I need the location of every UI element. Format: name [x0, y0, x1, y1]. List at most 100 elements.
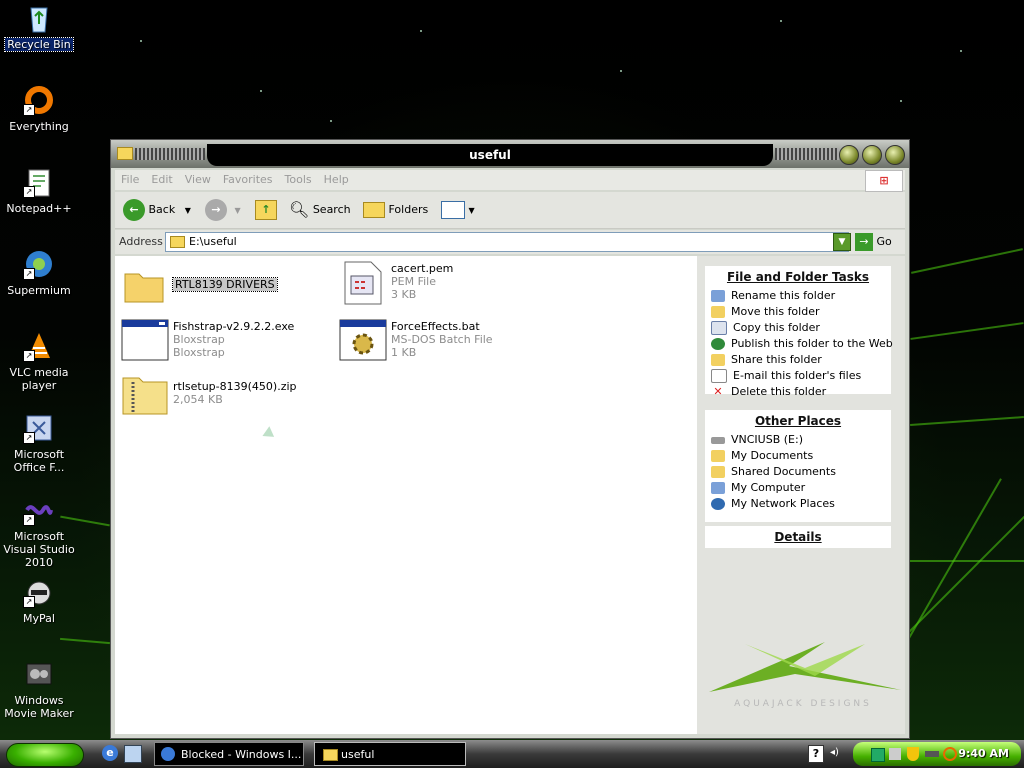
- tray-icon[interactable]: [889, 748, 901, 760]
- folders-button[interactable]: Folders: [363, 198, 428, 222]
- taskbar-item-useful[interactable]: useful: [314, 742, 466, 766]
- desktop-icon-movie-maker[interactable]: Windows Movie Maker: [0, 658, 78, 720]
- task-label: Delete this folder: [731, 385, 827, 398]
- views-button[interactable]: ▼: [441, 198, 475, 222]
- shortcut-arrow-icon: ↗: [23, 432, 35, 444]
- grid-line: [910, 560, 1024, 562]
- task-publish[interactable]: Publish this folder to the Web: [705, 336, 893, 352]
- close-button[interactable]: [885, 145, 905, 165]
- movie-maker-icon: [23, 658, 55, 690]
- office-icon: ↗: [23, 412, 55, 444]
- task-label: Publish this folder to the Web: [731, 337, 893, 350]
- search-button[interactable]: 🔍︎ Search: [289, 198, 351, 222]
- forward-button[interactable]: → ▼: [205, 198, 241, 222]
- chevron-down-icon[interactable]: ▼: [235, 206, 241, 215]
- tray-icon[interactable]: [925, 751, 939, 757]
- panel-title[interactable]: File and Folder Tasks: [705, 266, 891, 288]
- grid-line: [60, 637, 110, 645]
- task-delete[interactable]: ✕ Delete this folder: [705, 384, 891, 400]
- task-pane: File and Folder Tasks Rename this folder…: [697, 256, 905, 734]
- desktop-icon-vlc[interactable]: ↗ VLC media player: [0, 330, 78, 392]
- back-button[interactable]: ← Back ▼: [123, 198, 191, 222]
- desktop-icon-everything[interactable]: ↗ Everything: [0, 84, 78, 133]
- address-input[interactable]: E:\useful: [165, 232, 849, 252]
- visual-studio-icon: ↗: [23, 494, 55, 526]
- chevron-down-icon[interactable]: ▼: [185, 206, 191, 215]
- show-desktop-quick-launch-icon[interactable]: [124, 745, 142, 763]
- menu-edit[interactable]: Edit: [145, 170, 178, 190]
- place-drive[interactable]: VNCIUSB (E:): [705, 432, 891, 448]
- task-copy[interactable]: Copy this folder: [705, 320, 891, 336]
- file-list: RTL8139 DRIVERS cacert.pem PEM File 3 KB…: [115, 256, 697, 734]
- menu-favorites[interactable]: Favorites: [217, 170, 279, 190]
- file-type: PEM File: [391, 275, 436, 288]
- certificate-file-icon: [339, 260, 387, 305]
- task-email[interactable]: E-mail this folder's files: [705, 368, 891, 384]
- chevron-down-icon[interactable]: ▼: [469, 206, 475, 215]
- maximize-button[interactable]: [862, 145, 882, 165]
- drive-icon: [711, 436, 725, 444]
- file-name: RTL8139 DRIVERS: [172, 277, 278, 292]
- start-button[interactable]: [6, 743, 84, 767]
- clock[interactable]: 9:40 AM: [958, 742, 1009, 766]
- system-tray: 9:40 AM: [853, 742, 1021, 766]
- file-name: Fishstrap-v2.9.2.2.exe: [173, 320, 295, 333]
- desktop-icon-visual-studio[interactable]: ↗ Microsoft Visual Studio 2010: [0, 494, 78, 569]
- desktop-icon-supermium[interactable]: ↗ Supermium: [0, 248, 78, 297]
- taskbar: e Blocked - Windows I... useful ? ◂) 9:4…: [0, 740, 1024, 768]
- folder-icon: [121, 264, 169, 308]
- folder-icon: [117, 147, 133, 160]
- notepadpp-icon: ↗: [23, 166, 55, 198]
- star: [900, 100, 902, 102]
- panel-title[interactable]: Details: [705, 526, 891, 548]
- task-move[interactable]: Move this folder: [705, 304, 891, 320]
- vlc-cone-icon: ↗: [23, 330, 55, 362]
- menu-file[interactable]: File: [115, 170, 145, 190]
- volume-icon[interactable]: ◂): [830, 747, 839, 758]
- mouse-cursor-icon: [262, 426, 278, 442]
- menu-tools[interactable]: Tools: [279, 170, 318, 190]
- place-label: Shared Documents: [731, 465, 836, 478]
- place-my-computer[interactable]: My Computer: [705, 480, 891, 496]
- task-label: Rename this folder: [731, 289, 836, 302]
- ie-quick-launch-icon[interactable]: e: [102, 745, 118, 761]
- desktop-icon-label: Notepad++: [6, 202, 72, 215]
- panel-title[interactable]: Other Places: [705, 410, 891, 432]
- minimize-button[interactable]: [839, 145, 859, 165]
- desktop-icon-mypal[interactable]: ↗ MyPal: [0, 576, 78, 625]
- file-size: 3 KB: [391, 288, 417, 301]
- star: [260, 90, 262, 92]
- shortcut-arrow-icon: ↗: [23, 186, 35, 198]
- menu-bar: File Edit View Favorites Tools Help: [115, 170, 905, 190]
- taskbar-item-browser[interactable]: Blocked - Windows I...: [154, 742, 304, 766]
- tray-icon[interactable]: [871, 748, 885, 762]
- task-label: E-mail this folder's files: [733, 369, 862, 382]
- file-type: MS-DOS Batch File: [391, 333, 493, 346]
- place-my-documents[interactable]: My Documents: [705, 448, 891, 464]
- my-documents-icon: [711, 450, 725, 462]
- title-bar[interactable]: useful: [111, 140, 909, 168]
- desktop-icon-office[interactable]: ↗ Microsoft Office F...: [0, 412, 78, 474]
- search-icon[interactable]: [943, 747, 957, 761]
- up-folder-icon: ↑: [255, 200, 277, 220]
- place-label: My Computer: [731, 481, 806, 494]
- desktop-icon-recycle-bin[interactable]: Recycle Bin: [0, 2, 78, 52]
- address-dropdown-button[interactable]: ▼: [833, 233, 851, 251]
- file-name: rtlsetup-8139(450).zip: [173, 380, 297, 393]
- desktop-icon-label: VLC media player: [9, 366, 69, 392]
- place-shared-documents[interactable]: Shared Documents: [705, 464, 891, 480]
- help-icon[interactable]: ?: [808, 745, 824, 763]
- desktop-icon-notepadpp[interactable]: ↗ Notepad++: [0, 166, 78, 215]
- go-button[interactable]: → Go: [855, 232, 892, 252]
- desktop-icon-label: Microsoft Office F...: [13, 448, 65, 474]
- file-size: 2,054 KB: [173, 393, 223, 406]
- shield-icon[interactable]: [907, 747, 919, 761]
- menu-view[interactable]: View: [179, 170, 217, 190]
- up-folder-button[interactable]: ↑: [255, 198, 277, 222]
- menu-help[interactable]: Help: [318, 170, 355, 190]
- folders-label: Folders: [388, 203, 429, 216]
- task-share[interactable]: Share this folder: [705, 352, 891, 368]
- task-rename[interactable]: Rename this folder: [705, 288, 891, 304]
- place-network[interactable]: My Network Places: [705, 496, 891, 512]
- window-title: useful: [207, 144, 773, 166]
